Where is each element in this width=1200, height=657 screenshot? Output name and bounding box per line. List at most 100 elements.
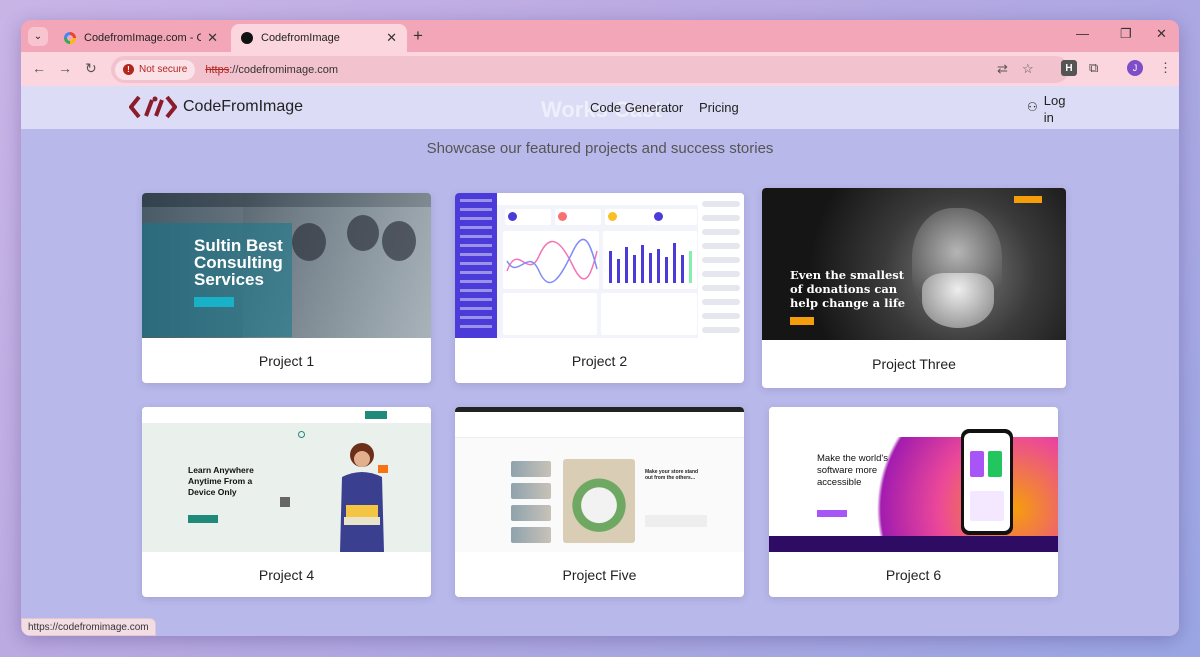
extension-icon[interactable]: H <box>1061 60 1077 76</box>
line-chart-graphic <box>506 238 598 284</box>
site-logo[interactable]: CodeFromImage <box>129 94 303 120</box>
bar-chart-graphic <box>609 243 692 283</box>
extensions-puzzle-icon[interactable]: ⧉ <box>1089 60 1098 76</box>
url-rest: ://codefromimage.com <box>229 63 339 76</box>
thumb-nav-cta <box>1014 196 1042 203</box>
thumb-cta <box>817 510 847 517</box>
project-card-4[interactable]: Learn Anywhere Anytime From a Device Onl… <box>142 407 431 597</box>
table-panel <box>601 293 697 335</box>
project-thumbnail <box>455 193 744 338</box>
menu-kebab-icon[interactable]: ⋮ <box>1159 60 1172 76</box>
dashboard-sidebar <box>455 193 497 338</box>
decor-square <box>280 497 290 507</box>
thumb-nav-cta <box>365 411 387 419</box>
project-title: Project Three <box>872 356 956 372</box>
calendar-panel <box>503 293 597 335</box>
nav-code-generator[interactable]: Code Generator <box>590 100 683 115</box>
person-shape <box>382 221 416 261</box>
tab-google[interactable]: CodefromImage.com - Google S ✕ <box>54 24 228 52</box>
site-header: CodeFromImage Works Cast Code Generator … <box>21 86 1179 129</box>
link-status-bubble: https://codefromimage.com <box>21 618 156 636</box>
project-title: Project 2 <box>571 353 628 369</box>
thumb-cta <box>188 515 218 523</box>
minimize-icon[interactable]: — <box>1076 26 1089 41</box>
project-thumbnail: Even the smallest of donations can help … <box>762 188 1066 340</box>
site-dot-icon <box>241 32 253 44</box>
warning-icon: ! <box>123 64 134 75</box>
thumb-navbar <box>769 407 1058 421</box>
thumb-post-block <box>645 515 707 527</box>
close-icon[interactable]: ✕ <box>207 30 218 46</box>
profile-avatar[interactable]: J <box>1127 60 1143 76</box>
security-chip[interactable]: ! Not secure <box>115 59 196 80</box>
window-close-icon[interactable]: ✕ <box>1156 26 1167 42</box>
project-card-2[interactable]: Project 2 <box>455 193 744 383</box>
project-thumbnail: Learn Anywhere Anytime From a Device Onl… <box>142 407 431 552</box>
person-shape <box>347 215 379 251</box>
project-thumbnail: Make the world's software more accessibl… <box>769 407 1058 552</box>
thumb-hero-text: Make your store stand out from the other… <box>645 469 699 481</box>
close-icon[interactable]: ✕ <box>386 30 397 46</box>
project-thumbnail: Sultin Best Consulting Services <box>142 193 431 338</box>
bookmark-star-icon[interactable]: ☆ <box>1022 61 1034 77</box>
tab-title: CodefromImage.com - Google S <box>84 32 202 44</box>
project-card-1[interactable]: Sultin Best Consulting Services Project … <box>142 193 431 383</box>
project-thumbnail: Make your store stand out from the other… <box>455 407 744 552</box>
thumb-cta <box>790 317 814 325</box>
code-brackets-icon <box>129 95 177 119</box>
stat-tile <box>505 209 551 225</box>
tab-title: CodefromImage <box>261 32 340 44</box>
dashboard-right-panel <box>698 193 744 338</box>
browser-window: ⌄ CodefromImage.com - Google S ✕ Codefro… <box>21 20 1179 636</box>
project-card-6[interactable]: Make the world's software more accessibl… <box>769 407 1058 597</box>
thumb-hero-text: Learn Anywhere Anytime From a Device Onl… <box>188 465 254 497</box>
address-bar[interactable]: ! Not secure https://codefromimage.com ⇄… <box>111 56 1069 83</box>
stat-tile <box>605 209 651 225</box>
browser-toolbar: ← → ↻ ! Not secure https://codefromimage… <box>21 52 1179 86</box>
bar-chart-panel <box>603 231 697 289</box>
line-chart-panel <box>503 231 599 289</box>
phone-screen <box>964 433 1010 531</box>
tab-strip: ⌄ CodefromImage.com - Google S ✕ Codefro… <box>21 20 1179 52</box>
phone-mockup <box>961 429 1013 535</box>
thumb-cta <box>194 297 234 307</box>
new-tab-button[interactable]: + <box>413 27 423 45</box>
reload-icon[interactable]: ↻ <box>85 60 97 77</box>
login-label: Log in <box>1043 93 1066 125</box>
page-content: CodeFromImage Works Cast Code Generator … <box>21 86 1179 636</box>
project-title: Project 4 <box>258 567 315 583</box>
tab-codefromimage[interactable]: CodefromImage ✕ <box>231 24 407 52</box>
tab-search-button[interactable]: ⌄ <box>28 27 48 46</box>
salad-photo <box>563 459 635 543</box>
user-icon: ⚇ <box>1027 100 1038 114</box>
nav-pricing[interactable]: Pricing <box>699 100 739 115</box>
decor-circle <box>298 431 305 438</box>
project-card-5[interactable]: Make your store stand out from the other… <box>455 407 744 597</box>
stat-tile <box>651 209 697 225</box>
forward-icon[interactable]: → <box>58 60 72 76</box>
thumb-hero-text: Make the world's software more accessibl… <box>817 453 888 488</box>
google-icon <box>64 32 76 44</box>
url-scheme: https <box>205 63 230 76</box>
code-badge-icon <box>378 465 388 473</box>
project-title: Project 1 <box>258 353 315 369</box>
project-card-3[interactable]: Even the smallest of donations can help … <box>762 188 1066 388</box>
chevron-down-icon: ⌄ <box>33 31 43 42</box>
thumb-navbar <box>455 412 744 438</box>
stat-tile <box>555 209 601 225</box>
url-text: https://codefromimage.com <box>205 64 338 76</box>
thumb-navbar <box>142 407 431 423</box>
brand-name: CodeFromImage <box>183 98 304 115</box>
project-title: Project 6 <box>885 567 942 583</box>
purple-band <box>769 536 1058 552</box>
login-button[interactable]: ⚇ Log in <box>1027 92 1068 126</box>
project-title: Project Five <box>562 567 637 583</box>
dashboard-topbar <box>497 193 698 205</box>
thumb-hero-text: Sultin Best Consulting Services <box>194 236 283 289</box>
thumb-hero-text: Even the smallest of donations can help … <box>790 268 906 324</box>
student-illustration <box>340 443 384 552</box>
translate-icon[interactable]: ⇄ <box>997 61 1008 77</box>
restore-icon[interactable]: ❐ <box>1120 26 1132 42</box>
back-icon[interactable]: ← <box>32 60 46 76</box>
section-subtitle: Showcase our featured projects and succe… <box>426 140 774 157</box>
